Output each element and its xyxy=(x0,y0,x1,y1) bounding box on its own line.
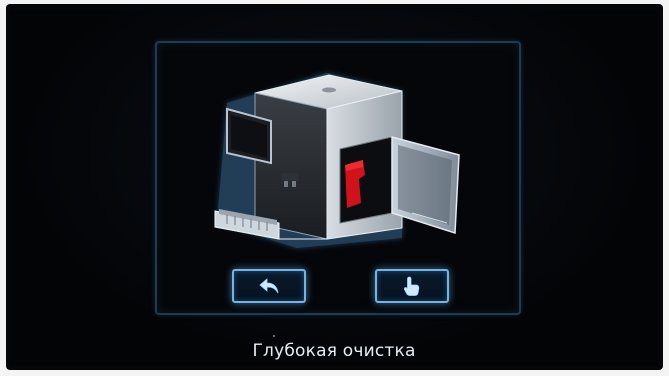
decorative-dot xyxy=(273,335,275,337)
hand-touch-icon xyxy=(403,276,420,296)
confirm-button[interactable] xyxy=(375,269,449,303)
back-button[interactable] xyxy=(232,269,306,303)
back-arrow-icon xyxy=(259,278,279,294)
instruction-panel xyxy=(155,41,521,315)
display-screen: Глубокая очистка xyxy=(9,10,659,366)
screen-title: Глубокая очистка xyxy=(252,341,416,361)
coffee-machine-open-door-icon xyxy=(214,73,460,248)
